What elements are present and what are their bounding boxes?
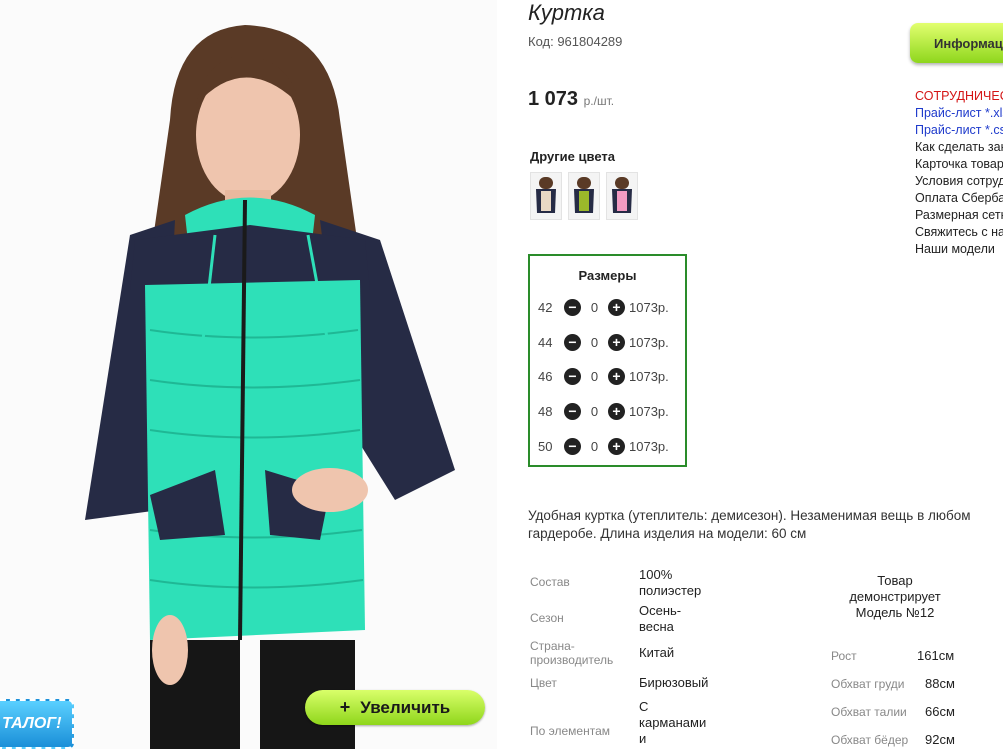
plus-icon: + <box>339 697 351 717</box>
info-link[interactable]: Карточка товара <box>915 156 1003 173</box>
catalog-badge[interactable]: ТАЛОГ! <box>0 699 74 749</box>
info-link[interactable]: Оплата Сбербанк <box>915 190 1003 207</box>
color-swatch-olive[interactable] <box>568 172 600 220</box>
product-title: Куртка <box>528 0 605 25</box>
product-description: Удобная куртка (утеплитель: демисезон). … <box>528 508 971 541</box>
info-link[interactable]: Наши модели <box>915 241 1003 258</box>
model-measure-value: 161см <box>917 648 955 663</box>
model-measure-label: Обхват бёдер <box>831 733 909 747</box>
jacket-model-illustration <box>85 25 455 749</box>
spec-label: Страна-производитель <box>530 639 614 667</box>
quantity-value[interactable]: 0 <box>581 404 608 419</box>
model-measure-value: 88см <box>925 676 955 691</box>
info-link[interactable]: Свяжитесь с нами <box>915 224 1003 241</box>
quantity-value[interactable]: 0 <box>581 335 608 350</box>
color-swatches <box>530 172 638 220</box>
size-value: 44 <box>538 334 553 350</box>
product-photo[interactable]: + Увеличить ТАЛОГ! <box>0 0 497 749</box>
minus-icon[interactable]: − <box>564 298 581 316</box>
size-value: 48 <box>538 403 553 419</box>
quantity-value[interactable]: 0 <box>581 300 608 315</box>
size-price: 1073р. <box>629 438 669 454</box>
plus-icon[interactable]: + <box>608 437 625 455</box>
info-link[interactable]: Размерная сетка <box>915 207 1003 224</box>
price-unit: р./шт. <box>583 94 615 108</box>
spec-value: Китай <box>639 645 675 660</box>
size-value: 42 <box>538 299 553 315</box>
info-link[interactable]: Прайс-лист *.xls <box>915 105 1003 122</box>
quantity-value[interactable]: 0 <box>581 369 608 384</box>
other-colors-heading: Другие цвета <box>530 149 615 164</box>
size-price: 1073р. <box>629 403 669 419</box>
sizes-panel: Размеры 42 − 0 + 1073р. 44 − 0 + 1073р. … <box>528 254 687 467</box>
model-measure-label: Обхват талии <box>831 705 907 719</box>
color-swatch-pink[interactable] <box>606 172 638 220</box>
minus-icon[interactable]: − <box>564 402 581 420</box>
minus-icon[interactable]: − <box>564 333 581 351</box>
sizes-heading: Размеры <box>578 268 637 283</box>
spec-label: Состав <box>530 575 570 589</box>
size-row: 46 − 0 + 1073р. <box>538 366 669 386</box>
quantity-value[interactable]: 0 <box>581 439 608 454</box>
info-link[interactable]: Как сделать заказ <box>915 139 1003 156</box>
zoom-button[interactable]: + Увеличить <box>305 690 485 725</box>
size-price: 1073р. <box>629 368 669 384</box>
plus-icon[interactable]: + <box>608 367 625 385</box>
size-row: 42 − 0 + 1073р. <box>538 297 669 317</box>
spec-value: 100% полиэстер <box>639 567 702 598</box>
info-link[interactable]: СОТРУДНИЧЕСТВО <box>915 88 1003 105</box>
size-row: 44 − 0 + 1073р. <box>538 332 669 352</box>
model-heading: Товар демонстрирует Модель №12 <box>849 573 941 620</box>
minus-icon[interactable]: − <box>564 437 581 455</box>
product-price: 1 073 р./шт. <box>528 88 614 111</box>
minus-icon[interactable]: − <box>564 367 581 385</box>
spec-label: Цвет <box>530 676 557 690</box>
spec-value: Бирюзовый <box>639 675 709 690</box>
model-measure-value: 92см <box>925 732 955 747</box>
size-row: 50 − 0 + 1073р. <box>538 436 669 456</box>
spec-value: С карманами и <box>639 699 707 746</box>
price-value: 1 073 <box>528 88 579 110</box>
plus-icon[interactable]: + <box>608 402 625 420</box>
plus-icon[interactable]: + <box>608 298 625 316</box>
info-button-label: Информация <box>934 35 1003 51</box>
spec-label: Сезон <box>530 611 564 625</box>
info-link[interactable]: Условия сотрудничества <box>915 173 1003 190</box>
size-row: 48 − 0 + 1073р. <box>538 401 669 421</box>
info-link[interactable]: Прайс-лист *.csv <box>915 122 1003 139</box>
info-links: СОТРУДНИЧЕСТВО Прайс-лист *.xls Прайс-ли… <box>915 88 1003 258</box>
size-price: 1073р. <box>629 299 669 315</box>
catalog-label: ТАЛОГ! <box>2 715 62 732</box>
spec-value: Осень-весна <box>639 603 682 634</box>
spec-label: По элементам <box>530 724 611 738</box>
model-measure-value: 66см <box>925 704 955 719</box>
color-swatch-beige[interactable] <box>530 172 562 220</box>
size-value: 46 <box>538 368 553 384</box>
zoom-label: Увеличить <box>360 697 451 717</box>
size-price: 1073р. <box>629 334 669 350</box>
product-code: Код: 961804289 <box>528 34 623 49</box>
model-measure-label: Рост <box>831 649 857 663</box>
info-button[interactable]: Информация <box>910 23 1003 63</box>
size-value: 50 <box>538 438 553 454</box>
plus-icon[interactable]: + <box>608 333 625 351</box>
model-measure-label: Обхват груди <box>831 677 905 691</box>
